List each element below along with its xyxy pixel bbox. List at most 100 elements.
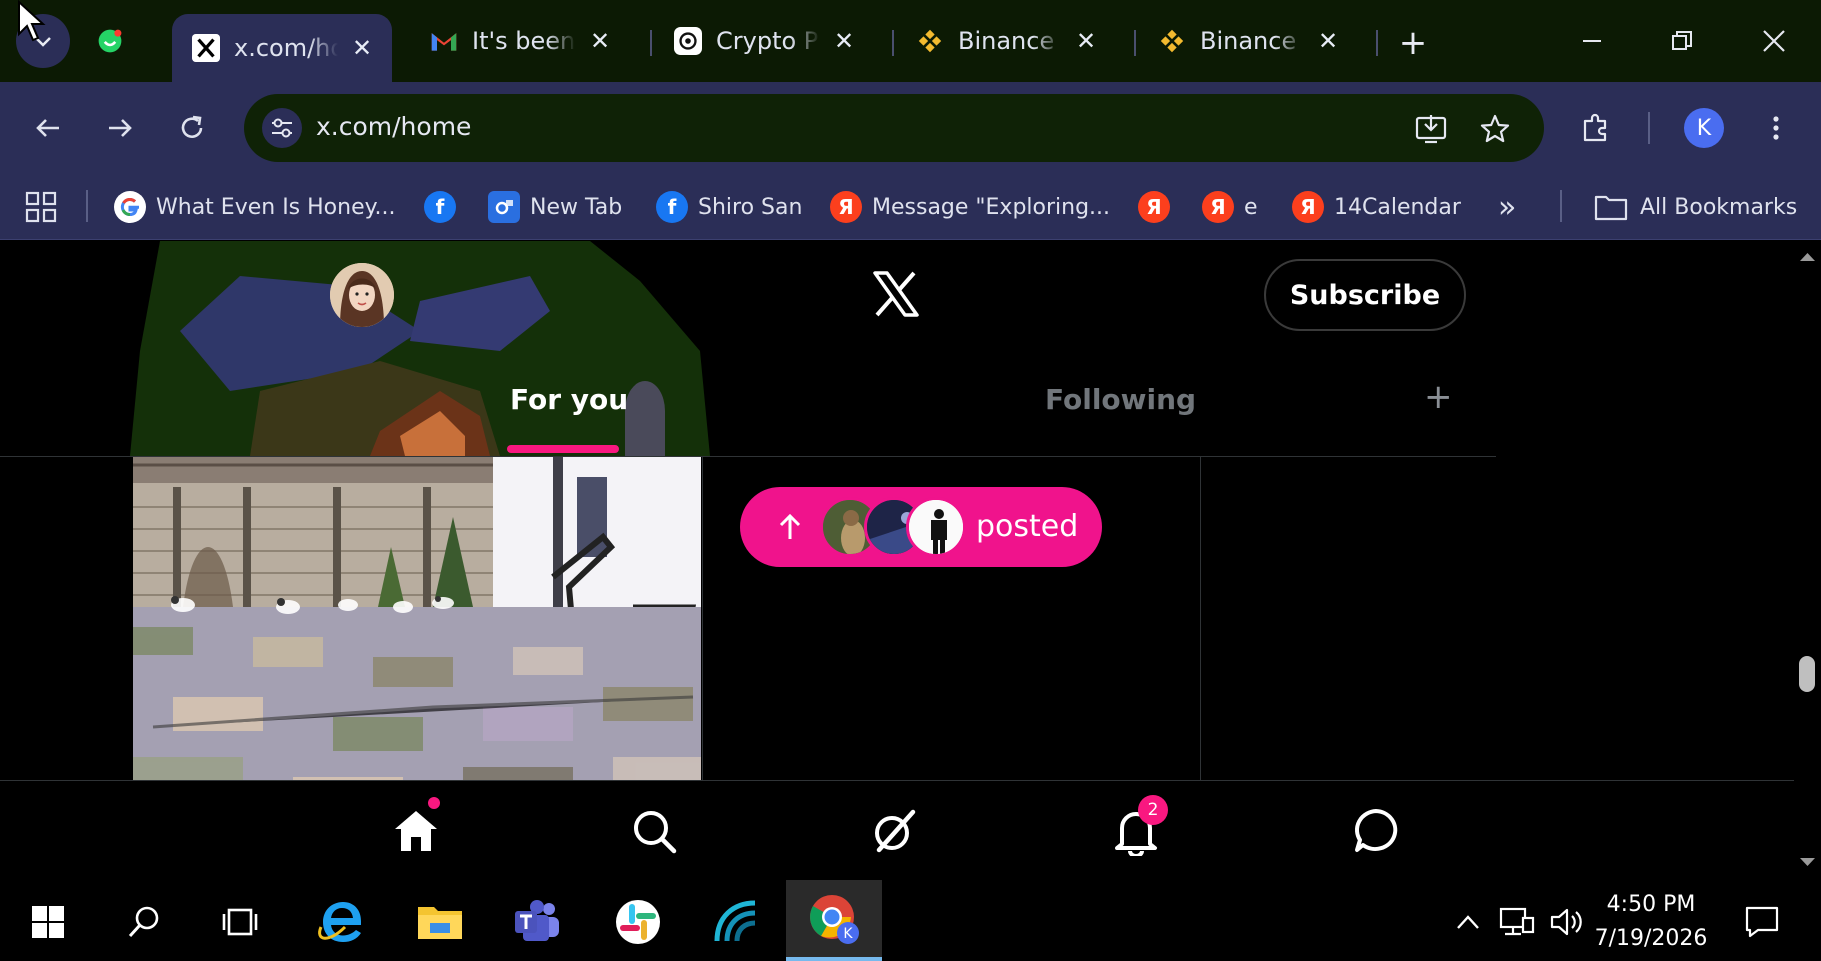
volume-button[interactable] <box>1544 888 1590 956</box>
message-bubble-icon <box>1355 809 1398 852</box>
tab-binance-1[interactable]: Binance ✕ <box>916 14 1096 68</box>
close-icon[interactable]: ✕ <box>590 27 610 55</box>
close-icon[interactable]: ✕ <box>1318 27 1338 55</box>
bookmarks-bar: What Even Is Honey... f New Tab f Shiro … <box>0 174 1821 240</box>
yandex-icon: Я <box>1138 191 1170 223</box>
reload-button[interactable] <box>168 104 216 152</box>
nav-grok[interactable] <box>864 801 924 861</box>
forward-button[interactable] <box>96 104 144 152</box>
extensions-button[interactable] <box>1572 104 1620 152</box>
system-clock[interactable]: 4:50 PM 7/19/2026 <box>1586 888 1716 956</box>
yandex-icon: Я <box>1202 191 1234 223</box>
close-window-button[interactable] <box>1744 16 1804 66</box>
close-icon[interactable]: ✕ <box>1076 27 1096 55</box>
minimize-icon <box>1583 40 1601 42</box>
action-center-button[interactable] <box>1732 888 1792 956</box>
minimize-button[interactable] <box>1562 16 1622 66</box>
browser-toolbar: x.com/home K <box>0 82 1821 174</box>
x-icon <box>192 34 220 62</box>
site-info-button[interactable] <box>262 108 302 148</box>
gmail-icon <box>430 27 458 55</box>
taskbar-app-wave[interactable] <box>696 888 776 956</box>
mouse-cursor-icon <box>18 0 46 42</box>
taskbar-edge-legacy[interactable] <box>302 888 382 956</box>
new-posts-pill[interactable]: posted <box>740 487 1102 567</box>
notification-badge: 2 <box>1138 795 1168 825</box>
task-view-icon <box>222 908 258 936</box>
tab-x-home[interactable]: x.com/home ✕ <box>172 14 393 82</box>
address-bar[interactable]: x.com/home <box>244 94 1544 162</box>
taskbar-chrome[interactable]: K <box>786 880 882 961</box>
scroll-up-icon[interactable] <box>1794 247 1821 267</box>
tab-title: x.com/home <box>234 34 338 62</box>
chrome-icon: K <box>810 894 859 944</box>
menu-button[interactable] <box>1752 104 1800 152</box>
tab-title: It's been <box>472 27 576 55</box>
bookmarks-overflow-button[interactable]: » <box>1498 188 1516 226</box>
bookmark-yandex[interactable]: Я <box>1138 188 1180 226</box>
back-button[interactable] <box>24 104 72 152</box>
bottom-navigation: 2 <box>0 780 1794 880</box>
subscribe-button[interactable]: Subscribe <box>1264 259 1466 331</box>
scroll-down-icon[interactable] <box>1794 852 1821 872</box>
tab-separator <box>650 30 652 56</box>
tab-chatgpt[interactable]: Crypto P2 ✕ <box>674 14 854 68</box>
bookmark-new-tab[interactable]: New Tab <box>488 188 622 226</box>
profile-avatar[interactable]: K <box>1684 108 1724 148</box>
taskbar-slack[interactable] <box>598 888 678 956</box>
bookmark-star-button[interactable] <box>1476 110 1514 148</box>
star-icon <box>1480 114 1510 143</box>
bookmark-e[interactable]: Я e <box>1202 188 1258 226</box>
network-status-button[interactable] <box>1494 888 1540 956</box>
tab-strip: x.com/home ✕ It's been ✕ Crypto P2 ✕ <box>0 0 1821 82</box>
tab-separator <box>892 30 894 56</box>
page-scrollbar[interactable] <box>1794 241 1821 880</box>
profile-avatar[interactable] <box>330 263 394 327</box>
bookmark-facebook[interactable]: f <box>424 188 466 226</box>
outlook-icon <box>488 191 520 223</box>
taskbar-search-button[interactable] <box>104 888 184 956</box>
close-icon[interactable]: ✕ <box>834 27 854 55</box>
bookmark-14calendar[interactable]: Я 14Calendar <box>1292 188 1461 226</box>
install-app-button[interactable] <box>1412 110 1450 148</box>
new-tab-button[interactable]: + <box>1388 18 1438 68</box>
all-bookmarks-button[interactable]: All Bookmarks <box>1594 188 1797 226</box>
restore-icon <box>1672 31 1692 50</box>
taskbar-teams[interactable] <box>498 888 578 956</box>
home-unread-dot <box>428 797 440 809</box>
x-logo[interactable] <box>872 271 920 321</box>
screen: x.com/home ✕ It's been ✕ Crypto P2 ✕ <box>0 0 1821 961</box>
restore-button[interactable] <box>1652 16 1712 66</box>
bookmark-label: Shiro San <box>698 194 803 220</box>
bookmarks-divider <box>1560 190 1562 222</box>
bookmark-message[interactable]: Я Message "Exploring... <box>830 188 1110 226</box>
post-media[interactable] <box>133 457 701 817</box>
binance-icon <box>1158 27 1186 55</box>
puzzle-icon <box>1583 113 1607 142</box>
tab-binance-2[interactable]: Binance - ✕ <box>1158 14 1338 68</box>
tune-icon <box>272 118 292 138</box>
nav-search[interactable] <box>624 801 684 861</box>
tab-whatsapp[interactable] <box>96 14 138 68</box>
tab-for-you[interactable]: For you <box>510 383 628 416</box>
tab-following[interactable]: Following <box>1045 383 1196 416</box>
nav-home[interactable] <box>386 801 446 861</box>
binance-icon <box>916 27 944 55</box>
add-feed-tab-button[interactable]: + <box>1424 377 1453 417</box>
bookmark-label: Message "Exploring... <box>872 194 1111 220</box>
close-icon[interactable]: ✕ <box>352 34 372 62</box>
start-button[interactable] <box>8 888 88 956</box>
task-view-button[interactable] <box>200 888 280 956</box>
svg-text:K: K <box>843 926 853 942</box>
tab-gmail[interactable]: It's been ✕ <box>430 14 610 68</box>
folder-icon <box>418 907 462 939</box>
bookmark-shiro-san[interactable]: f Shiro San <box>656 188 802 226</box>
taskbar-file-explorer[interactable] <box>400 888 480 956</box>
bookmark-honey[interactable]: What Even Is Honey... <box>114 188 395 226</box>
video-frame-image <box>133 457 701 817</box>
home-icon <box>395 811 437 851</box>
scrollbar-thumb[interactable] <box>1799 656 1815 692</box>
show-hidden-icons-button[interactable] <box>1448 888 1488 956</box>
apps-button[interactable] <box>24 188 58 226</box>
nav-messages[interactable] <box>1346 801 1406 861</box>
